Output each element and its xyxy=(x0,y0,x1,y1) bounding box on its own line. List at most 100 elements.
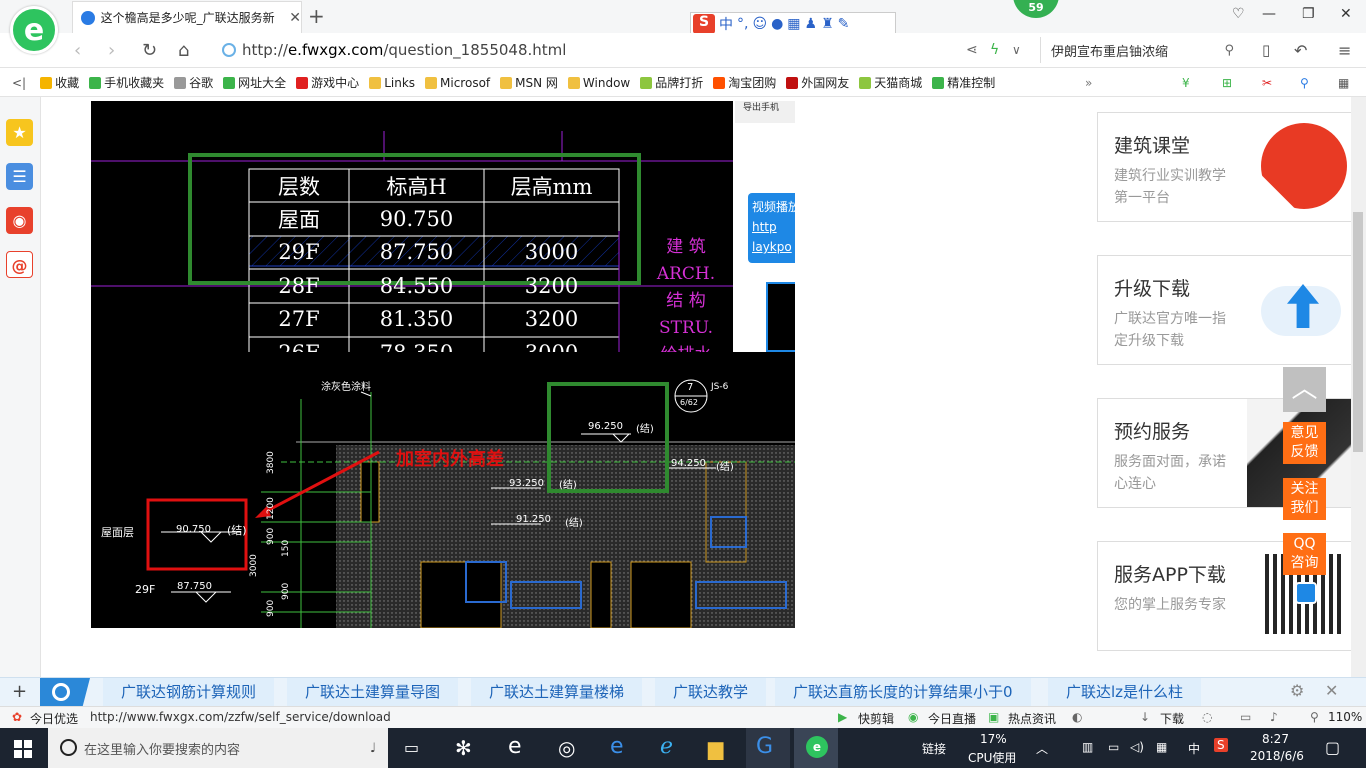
follow-us-button[interactable]: 关注我们 xyxy=(1283,478,1326,520)
user-icon[interactable]: ♟ xyxy=(805,16,818,32)
bookmark-item[interactable]: 精准控制 xyxy=(932,74,995,91)
ie-e-icon[interactable]: e xyxy=(508,734,522,759)
share-icon[interactable]: ⋖ xyxy=(966,42,978,58)
back-to-top-button[interactable]: ︿ xyxy=(1283,367,1326,412)
notification-center-icon[interactable]: ▢ xyxy=(1325,738,1340,757)
restore-button[interactable]: ❐ xyxy=(1302,6,1315,22)
mic-icon[interactable]: ● xyxy=(771,16,783,32)
search-logo-icon[interactable] xyxy=(40,678,90,707)
menu-icon[interactable]: ≡ xyxy=(1338,41,1351,60)
bookmark-item[interactable]: Links xyxy=(369,76,415,90)
spiral-app-icon[interactable]: ◎ xyxy=(558,736,575,760)
notification-badge[interactable]: 59 xyxy=(1013,0,1059,18)
translate-icon[interactable]: ⊞ xyxy=(1222,76,1232,90)
lightning-icon[interactable]: ϟ xyxy=(990,42,999,58)
sogou-tray-icon[interactable]: S xyxy=(1214,738,1228,752)
reading-list-icon[interactable]: ☰ xyxy=(6,163,33,190)
video-course-banner[interactable]: 视频播放课堂 http laykpo xyxy=(748,193,795,263)
keyboard-icon[interactable]: ▦ xyxy=(787,16,800,32)
settings-gear-icon[interactable]: ⚙ xyxy=(1290,681,1304,700)
feedback-button[interactable]: 意见反馈 xyxy=(1283,422,1326,464)
hot-link[interactable]: 广联达钢筋计算规则 xyxy=(103,678,275,707)
hot-link[interactable]: 广联达土建算量导图 xyxy=(287,678,459,707)
phone-icon[interactable]: ▯ xyxy=(1262,41,1270,59)
fan-app-icon[interactable]: ✻ xyxy=(455,736,472,760)
sidebar-toggle-icon[interactable]: <| xyxy=(12,76,26,90)
currency-icon[interactable]: ¥ xyxy=(1182,76,1190,90)
apps-grid-icon[interactable]: ▦ xyxy=(1338,76,1349,90)
display-icon[interactable]: ▭ xyxy=(1108,740,1119,754)
windows-start-icon[interactable] xyxy=(14,740,32,758)
browser-logo[interactable]: e xyxy=(10,6,58,54)
tab-close-icon[interactable]: ✕ xyxy=(289,10,301,26)
internet-explorer-icon[interactable]: ℯ xyxy=(660,734,673,759)
emoji-icon[interactable]: ☺ xyxy=(752,16,767,32)
undo-icon[interactable]: ↶ xyxy=(1294,41,1307,60)
hot-link[interactable]: 广联达直筋长度的计算结果小于0 xyxy=(775,678,1031,707)
service-card[interactable]: 建筑课堂 建筑行业实训教学第一平台 xyxy=(1097,112,1352,222)
email-icon[interactable]: @ xyxy=(6,251,33,278)
page-scrollbar[interactable] xyxy=(1351,97,1366,677)
today-picks-label[interactable]: 今日优选 xyxy=(30,710,78,727)
service-card[interactable]: 升级下载 广联达官方唯一指定升级下载 xyxy=(1097,255,1352,365)
magnifier-icon[interactable]: ⚲ xyxy=(1300,76,1309,90)
ime-tray-label[interactable]: 中 xyxy=(1188,740,1200,757)
add-icon[interactable]: + xyxy=(12,681,27,702)
clock-time[interactable]: 8:27 xyxy=(1262,732,1289,746)
gift-icon[interactable]: ✿ xyxy=(12,710,22,724)
hot-link[interactable]: 广联达教学 xyxy=(655,678,767,707)
bookmark-item[interactable]: 外国网友 xyxy=(786,74,849,91)
wrench-icon[interactable]: ✎ xyxy=(838,16,850,32)
new-tab-button[interactable]: + xyxy=(308,4,325,28)
clock-date[interactable]: 2018/6/6 xyxy=(1250,749,1304,763)
refresh-button[interactable]: ↻ xyxy=(142,40,157,61)
live-label[interactable]: 今日直播 xyxy=(928,710,976,727)
bookmark-item[interactable]: 手机收藏夹 xyxy=(89,74,164,91)
bookmark-item[interactable]: 淘宝团购 xyxy=(713,74,776,91)
hot-link[interactable]: 广联达lz是什么柱 xyxy=(1048,678,1202,707)
ime-punct-label[interactable]: °, xyxy=(737,16,748,32)
network-icon[interactable]: ▥ xyxy=(1082,740,1093,754)
bookmark-item[interactable]: 网址大全 xyxy=(223,74,286,91)
video-link-2[interactable]: laykpo xyxy=(752,237,792,257)
qq-consult-button[interactable]: QQ咨询 xyxy=(1283,533,1326,575)
search-icon[interactable]: ⚲ xyxy=(1224,43,1234,58)
bookmark-item[interactable]: 游戏中心 xyxy=(296,74,359,91)
file-explorer-icon[interactable]: ▆ xyxy=(708,736,723,760)
video-thumbnail[interactable] xyxy=(766,282,795,352)
news-label[interactable]: 热点资讯 xyxy=(1008,710,1056,727)
forward-button[interactable]: › xyxy=(108,40,115,61)
task-view-icon[interactable]: ▭ xyxy=(404,738,419,757)
cleanup-icon[interactable]: ◌ xyxy=(1202,710,1212,724)
back-button[interactable]: ‹ xyxy=(74,40,81,61)
bookmark-item[interactable]: Window xyxy=(567,76,630,90)
microphone-icon[interactable]: ♩ xyxy=(370,741,376,756)
scrollbar-thumb[interactable] xyxy=(1353,212,1363,452)
skin-icon[interactable]: ♡ xyxy=(1232,6,1245,22)
shirt-icon[interactable]: ♜ xyxy=(821,16,834,32)
home-button[interactable]: ⌂ xyxy=(178,40,189,61)
chevron-down-icon[interactable]: ∨ xyxy=(1012,43,1021,57)
search-input[interactable]: 伊朗宣布重启铀浓缩 ⚲ xyxy=(1040,37,1240,63)
zoom-level[interactable]: 110% xyxy=(1328,710,1362,724)
links-toolbar-label[interactable]: 链接 xyxy=(922,740,946,757)
ime-lang-label[interactable]: 中 xyxy=(719,14,733,34)
bookmark-item[interactable]: 收藏 xyxy=(40,74,79,91)
quick-edit-label[interactable]: 快剪辑 xyxy=(858,710,894,727)
download-label[interactable]: 下载 xyxy=(1160,710,1184,727)
taskbar-browser-active[interactable]: e xyxy=(794,728,838,768)
close-button[interactable]: ✕ xyxy=(1340,6,1352,22)
speed-icon[interactable]: ◐ xyxy=(1072,710,1082,724)
bookmark-item[interactable]: 品牌打折 xyxy=(640,74,703,91)
show-hidden-icons[interactable]: ︿ xyxy=(1036,740,1048,757)
url-field[interactable]: http://e.fwxgx.com/question_1855048.html xyxy=(222,38,952,62)
volume-icon[interactable]: ◁) xyxy=(1130,740,1144,754)
taskbar-app-active[interactable]: G xyxy=(746,728,790,768)
video-link-1[interactable]: http xyxy=(752,217,791,237)
hot-link[interactable]: 广联达土建算量楼梯 xyxy=(471,678,643,707)
scissors-icon[interactable]: ✂ xyxy=(1262,76,1272,90)
hotbar-close-icon[interactable]: ✕ xyxy=(1325,681,1338,700)
bookmark-item[interactable]: MSN 网 xyxy=(500,74,558,91)
bookmark-item[interactable]: Microsof xyxy=(425,76,490,90)
mute-icon[interactable]: ♪ xyxy=(1270,710,1278,724)
